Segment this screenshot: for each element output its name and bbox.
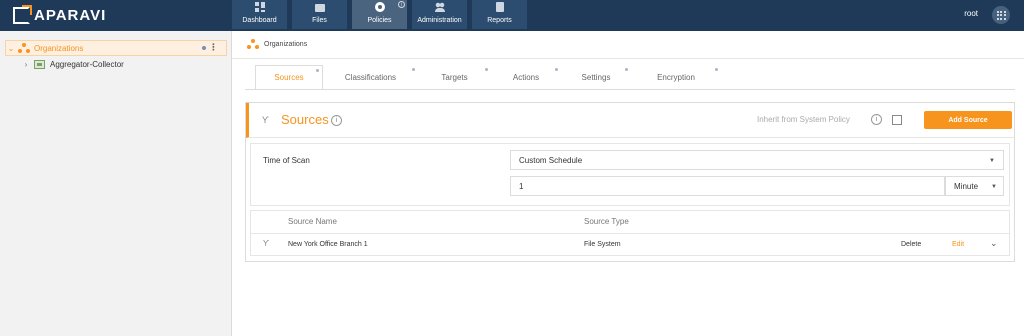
apps-grid-icon[interactable] xyxy=(992,6,1010,24)
status-dot-icon xyxy=(202,46,206,50)
nav-policies[interactable]: Policies i xyxy=(352,0,407,29)
status-dot-icon xyxy=(625,68,628,71)
edit-link[interactable]: Edit xyxy=(952,241,964,248)
policy-tabs: Sources Classifications Targets Actions … xyxy=(255,65,721,89)
source-fork-icon: Ƴ xyxy=(263,239,270,248)
status-dot-icon xyxy=(412,68,415,71)
tab-label: Settings xyxy=(581,72,611,82)
breadcrumb: Organizations xyxy=(247,39,307,49)
info-icon[interactable]: i xyxy=(331,115,342,126)
panel-header: Ƴ Sources i Inherit from System Policy i… xyxy=(246,103,1014,138)
source-name-cell: New York Office Branch 1 xyxy=(288,241,368,248)
tab-label: Classifications xyxy=(344,72,397,82)
chevron-down-icon[interactable]: ⌄ xyxy=(990,238,998,249)
inherit-checkbox[interactable] xyxy=(892,115,902,125)
sources-table: Source Name Source Type Ƴ New York Offic… xyxy=(250,210,1010,256)
main-nav: Dashboard Files Policies i Administratio… xyxy=(232,0,532,31)
interval-unit-select[interactable]: Minute ▼ xyxy=(945,176,1004,196)
logo-text: APARAVI xyxy=(34,7,107,24)
nav-reports[interactable]: Reports xyxy=(472,0,527,29)
panel-title: Sources xyxy=(281,112,329,127)
tab-settings[interactable]: Settings xyxy=(561,65,631,89)
nav-administration[interactable]: Administration xyxy=(412,0,467,29)
users-icon xyxy=(434,2,445,12)
status-dot-icon xyxy=(316,69,319,72)
tab-label: Targets xyxy=(441,72,468,82)
tab-sources[interactable]: Sources xyxy=(255,65,323,89)
aggregator-icon xyxy=(34,60,45,69)
schedule-select-value: Custom Schedule xyxy=(519,156,583,165)
row-divider xyxy=(251,233,1009,234)
time-of-scan-label: Time of Scan xyxy=(263,156,310,165)
gear-icon xyxy=(374,2,385,12)
chevron-down-icon[interactable]: ⌄ xyxy=(6,44,16,53)
schedule-section: Time of Scan Custom Schedule ▼ 1 Minute … xyxy=(250,143,1010,206)
delete-link[interactable]: Delete xyxy=(901,241,921,248)
nav-reports-label: Reports xyxy=(487,17,512,24)
nav-policies-label: Policies xyxy=(367,17,392,24)
breadcrumb-label[interactable]: Organizations xyxy=(264,41,307,48)
add-source-button[interactable]: Add Source xyxy=(924,111,1012,129)
caret-down-icon: ▼ xyxy=(991,184,997,190)
tree-item-label: Aggregator-Collector xyxy=(50,60,124,69)
tree-item-label: Organizations xyxy=(34,43,84,53)
chevron-right-icon[interactable]: › xyxy=(21,60,31,69)
status-dot-icon xyxy=(715,68,718,71)
logo-mark-icon xyxy=(13,5,32,24)
tab-label: Encryption xyxy=(657,72,695,82)
top-navigation-bar: APARAVI Dashboard Files Policies i Admin… xyxy=(0,0,1024,31)
dashboard-icon xyxy=(254,2,265,12)
info-icon[interactable]: i xyxy=(398,1,405,8)
status-dot-icon xyxy=(485,68,488,71)
interval-input[interactable]: 1 xyxy=(510,176,945,196)
source-type-cell: File System xyxy=(584,241,621,248)
aparavi-logo[interactable]: APARAVI xyxy=(13,5,107,25)
tab-encryption[interactable]: Encryption xyxy=(631,65,721,89)
nav-dashboard-label: Dashboard xyxy=(242,17,277,24)
info-icon[interactable]: i xyxy=(871,114,882,125)
tab-label: Actions xyxy=(512,72,540,82)
interval-unit-value: Minute xyxy=(954,182,979,191)
tree-item-organizations[interactable]: ⌄ Organizations ⋮ xyxy=(5,40,227,56)
nav-files-label: Files xyxy=(312,17,327,24)
tabs-divider xyxy=(245,89,1015,90)
caret-down-icon: ▼ xyxy=(989,158,995,164)
divider xyxy=(232,58,1024,59)
column-header-source-name: Source Name xyxy=(288,217,337,226)
inherit-label: Inherit from System Policy xyxy=(757,115,850,124)
user-name[interactable]: root xyxy=(964,9,978,18)
tree-item-aggregator-collector[interactable]: › Aggregator-Collector xyxy=(21,60,124,69)
report-icon xyxy=(495,2,504,12)
sidebar-tree: ⌄ Organizations ⋮ › Aggregator-Collector xyxy=(0,31,232,336)
organization-icon xyxy=(18,43,30,53)
schedule-select[interactable]: Custom Schedule ▼ xyxy=(510,150,1004,170)
more-options-icon[interactable]: ⋮ xyxy=(209,42,218,53)
status-dot-icon xyxy=(555,68,558,71)
folder-icon xyxy=(314,4,325,12)
tab-targets[interactable]: Targets xyxy=(418,65,491,89)
tab-label: Sources xyxy=(274,73,304,82)
source-fork-icon: Ƴ xyxy=(262,115,269,125)
sources-panel: Ƴ Sources i Inherit from System Policy i… xyxy=(245,102,1015,262)
nav-files[interactable]: Files xyxy=(292,0,347,29)
column-header-source-type: Source Type xyxy=(584,217,629,226)
nav-administration-label: Administration xyxy=(417,17,462,24)
tab-classifications[interactable]: Classifications xyxy=(323,65,418,89)
nav-dashboard[interactable]: Dashboard xyxy=(232,0,287,29)
tab-actions[interactable]: Actions xyxy=(491,65,561,89)
organization-icon xyxy=(247,39,259,49)
interval-input-value: 1 xyxy=(519,182,524,191)
